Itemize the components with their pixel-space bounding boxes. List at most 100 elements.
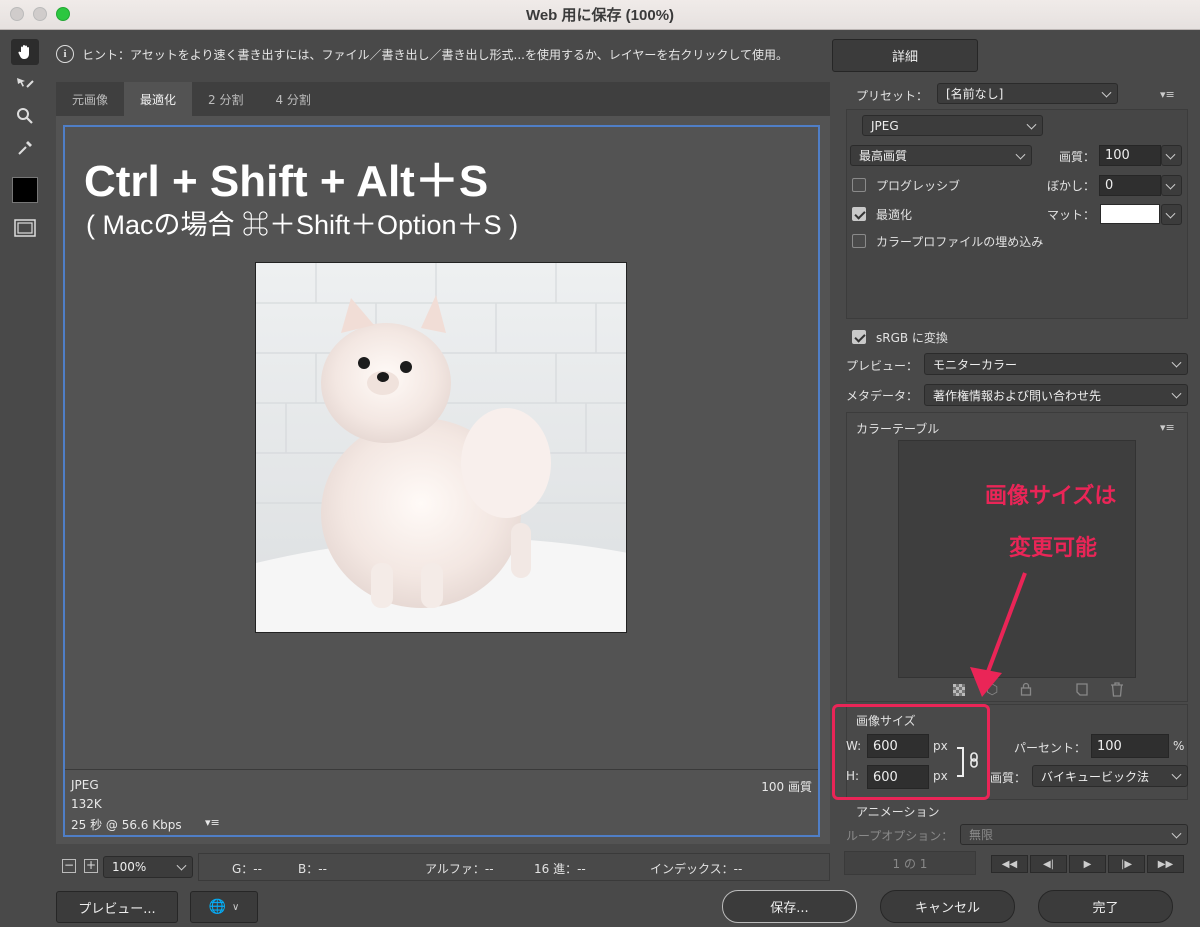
eyedropper-color-swatch[interactable] <box>12 177 38 203</box>
annotation-arrow <box>970 572 1027 697</box>
tab-optimized[interactable]: 最適化 <box>124 82 193 116</box>
eyedropper-tool-icon[interactable] <box>11 135 39 161</box>
mac-shortcut-note: ( Macの場合 ⌘＋Shift＋Option＋S ) <box>86 210 519 240</box>
quality-dropdown[interactable] <box>1161 145 1182 166</box>
done-button[interactable]: 完了 <box>1038 890 1173 923</box>
file-format-value: JPEG <box>871 118 899 133</box>
embed-color-profile-label: カラープロファイルの埋め込み <box>876 235 1044 249</box>
optimized-checkbox[interactable] <box>852 207 866 221</box>
zoom-in-button[interactable]: + <box>84 859 98 873</box>
annotation-line1: 画像サイズは <box>985 484 1117 509</box>
percent-unit: % <box>1173 739 1185 753</box>
matte-dropdown[interactable] <box>1161 204 1182 225</box>
zoom-window-button[interactable] <box>56 7 70 21</box>
quality-preset-select[interactable]: 最高画質 <box>850 145 1032 166</box>
hint-text: ヒント：アセットをより速く書き出すには、ファイル／書き出し／書き出し形式...を… <box>82 47 789 62</box>
quality-input[interactable]: 100 <box>1099 145 1161 166</box>
zoom-level-select[interactable]: 100% <box>103 856 193 878</box>
save-button[interactable]: 保存... <box>722 890 857 923</box>
tool-palette <box>8 39 42 244</box>
hex-value: 16 進：-- <box>534 862 586 876</box>
download-speed-menu-icon[interactable]: ▾≡ <box>205 816 220 829</box>
title-bar: Web 用に保存 (100%) <box>0 0 1200 30</box>
chevron-down-icon <box>1026 119 1037 130</box>
zoom-tool-icon[interactable] <box>11 103 39 129</box>
embed-color-profile-checkbox[interactable] <box>852 234 866 248</box>
chevron-down-icon <box>1165 208 1176 219</box>
quality-label: 画質： <box>1059 150 1096 164</box>
tab-4-up[interactable]: 4 分割 <box>259 82 326 116</box>
details-button[interactable]: 詳細 <box>832 39 978 72</box>
quality-preset-value: 最高画質 <box>859 149 908 163</box>
hand-tool-icon[interactable] <box>11 39 39 65</box>
previous-frame-button[interactable]: ◀| <box>1030 855 1067 873</box>
chevron-down-icon <box>1171 769 1182 780</box>
cancel-button[interactable]: キャンセル <box>880 890 1015 923</box>
preview-button[interactable]: プレビュー... <box>56 891 178 923</box>
blur-dropdown[interactable] <box>1161 175 1182 196</box>
animation-title: アニメーション <box>856 805 940 819</box>
alpha-value: アルファ：-- <box>425 862 494 876</box>
new-color-icon[interactable] <box>1076 683 1088 699</box>
minimize-window-button[interactable] <box>33 7 47 21</box>
color-table-menu-icon[interactable]: ▾≡ <box>1160 421 1178 434</box>
tab-original[interactable]: 元画像 <box>56 82 124 116</box>
resample-quality-label: 画質： <box>990 771 1027 785</box>
chevron-down-icon <box>1165 149 1176 160</box>
trash-icon[interactable] <box>1110 682 1124 700</box>
preview-mode-select[interactable]: モニターカラー <box>924 353 1188 375</box>
blur-input[interactable]: 0 <box>1099 175 1161 196</box>
quality-readout: 100 画質 <box>761 780 812 794</box>
convert-srgb-checkbox[interactable] <box>852 330 866 344</box>
shortcut-headline: Ctrl + Shift + Alt＋S <box>84 157 489 206</box>
info-icon: i <box>56 45 74 63</box>
last-frame-button[interactable]: ▶▶ <box>1147 855 1184 873</box>
preview-mode-label: プレビュー： <box>846 359 919 373</box>
chevron-down-icon <box>1015 149 1026 160</box>
tab-2-up[interactable]: 2 分割 <box>192 82 259 116</box>
globe-question-icon: 🌐 <box>208 899 227 915</box>
percent-input[interactable]: 100 <box>1091 734 1169 758</box>
annotation-line2: 変更可能 <box>1009 536 1098 561</box>
preset-menu-icon[interactable]: ▾≡ <box>1160 88 1178 101</box>
blue-value: B：-- <box>298 862 327 876</box>
resample-quality-select[interactable]: バイキュービック法 <box>1032 765 1188 787</box>
preview-mode-value: モニターカラー <box>933 357 1018 372</box>
green-value: G：-- <box>232 862 262 876</box>
chevron-down-icon <box>1101 87 1112 98</box>
play-button[interactable]: ▶ <box>1069 855 1106 873</box>
browser-preview-button[interactable]: 🌐 ∨ <box>190 891 258 923</box>
window-title: Web 用に保存 (100%) <box>525 7 675 24</box>
download-time: 25 秒 @ 56.6 Kbps <box>71 818 182 832</box>
chevron-down-icon <box>1171 828 1182 839</box>
preset-value: [名前なし] <box>946 87 1004 101</box>
metadata-label: メタデータ： <box>846 389 919 403</box>
image-size-highlight <box>832 704 990 800</box>
zoom-level-value: 100% <box>112 860 147 874</box>
convert-srgb-label: sRGB に変換 <box>876 331 948 345</box>
zoom-out-button[interactable]: − <box>62 859 76 873</box>
next-frame-button[interactable]: |▶ <box>1108 855 1145 873</box>
slice-select-tool-icon[interactable] <box>11 71 39 97</box>
loop-options-value: 無限 <box>969 828 994 842</box>
hint-bar: i ヒント：アセットをより速く書き出すには、ファイル／書き出し／書き出し形式..… <box>56 40 826 68</box>
preset-label: プリセット： <box>856 89 929 103</box>
percent-label: パーセント： <box>1014 741 1087 755</box>
loop-options-label: ループオプション： <box>846 829 954 843</box>
first-frame-button[interactable]: ◀◀ <box>991 855 1028 873</box>
matte-label: マット： <box>1047 208 1096 222</box>
file-format-select[interactable]: JPEG <box>862 115 1043 136</box>
toggle-slices-icon[interactable] <box>11 215 39 241</box>
close-window-button[interactable] <box>10 7 24 21</box>
metadata-select[interactable]: 著作権情報および問い合わせ先 <box>924 384 1188 406</box>
chevron-down-icon <box>1171 388 1182 399</box>
chevron-down-icon <box>1165 179 1176 190</box>
metadata-value: 著作権情報および問い合わせ先 <box>933 388 1102 403</box>
preset-select[interactable]: [名前なし] <box>937 83 1118 104</box>
loop-options-select[interactable]: 無限 <box>960 824 1188 845</box>
resample-quality-value: バイキュービック法 <box>1041 769 1150 784</box>
view-tabs: 元画像 最適化 2 分割 4 分割 <box>56 82 830 116</box>
matte-color-swatch[interactable] <box>1100 204 1160 224</box>
chevron-down-icon <box>176 860 187 871</box>
progressive-checkbox[interactable] <box>852 178 866 192</box>
